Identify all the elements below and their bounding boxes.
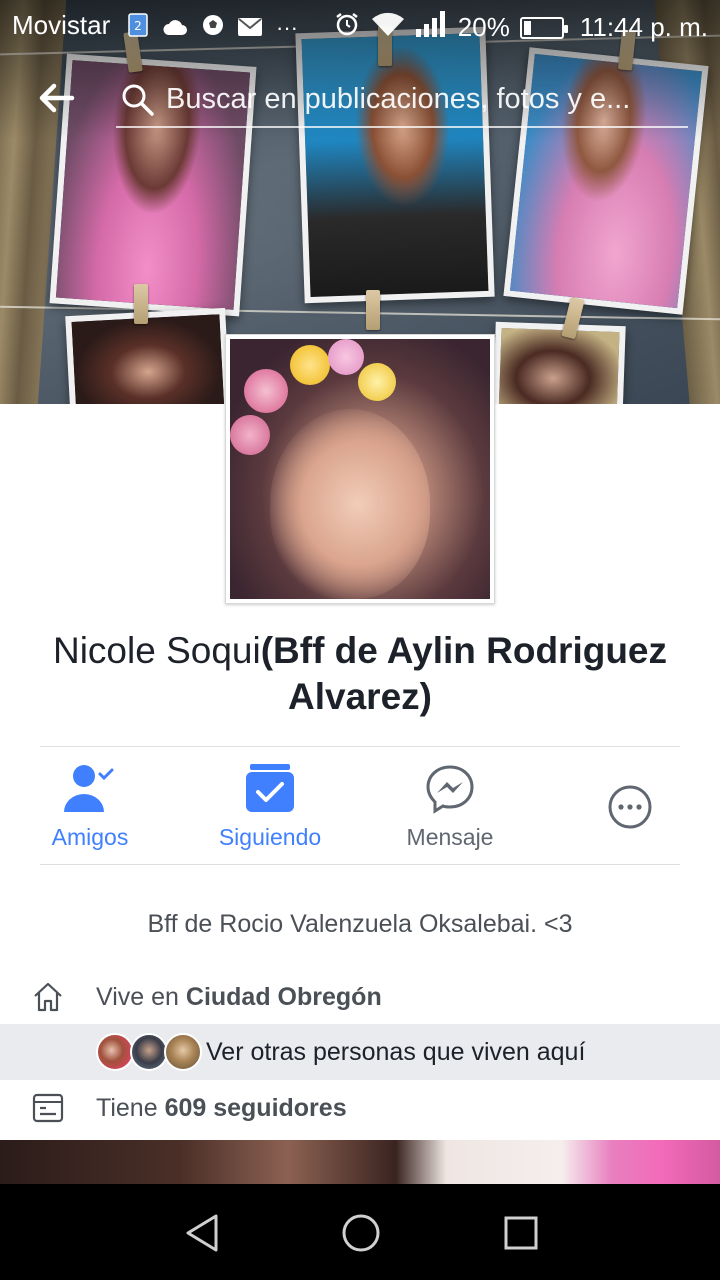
more-icon xyxy=(540,778,720,836)
lives-in-row[interactable]: Vive en Ciudad Obregón xyxy=(0,969,720,1025)
home-icon xyxy=(0,981,96,1013)
clock: 11:44 p. m. xyxy=(579,12,708,42)
search-input[interactable] xyxy=(166,78,684,120)
friends-label: Amigos xyxy=(51,824,129,850)
divider xyxy=(40,864,680,865)
see-others-row[interactable]: Ver otras personas que viven aquí xyxy=(0,1024,720,1080)
profile-display-name: Nicole Soqui xyxy=(52,630,261,671)
following-button[interactable]: Siguiendo xyxy=(180,760,360,851)
followers-icon xyxy=(0,1093,96,1123)
profile-bio: Bff de Rocio Valenzuela Oksalebai. <3 xyxy=(147,910,573,938)
lives-in-city[interactable]: Ciudad Obregón xyxy=(186,983,382,1012)
alarm-icon xyxy=(334,11,360,44)
message-label: Mensaje xyxy=(406,824,494,850)
avatar xyxy=(96,1033,134,1071)
back-arrow-icon[interactable] xyxy=(36,78,76,118)
cover-collage-photo xyxy=(492,321,626,404)
clothespin xyxy=(134,284,148,324)
cloud-icon xyxy=(162,12,188,43)
nav-home-icon[interactable] xyxy=(338,1210,384,1256)
people-avatars xyxy=(96,1033,202,1071)
profile-alternate-name: (Bff de Aylin Rodriguez Alvarez) xyxy=(260,630,668,717)
see-others-label: Ver otras personas que viven aquí xyxy=(206,1037,586,1066)
clothespin xyxy=(366,290,380,330)
friends-button[interactable]: Amigos xyxy=(0,760,180,851)
mail-icon xyxy=(238,12,262,43)
avatar xyxy=(130,1033,168,1071)
search-icon xyxy=(122,84,154,116)
avatar xyxy=(164,1033,202,1071)
more-dots-icon: ··· xyxy=(276,14,298,40)
svg-text:2: 2 xyxy=(134,19,142,33)
carrier-name: Movistar xyxy=(12,10,111,40)
nav-back-icon[interactable] xyxy=(180,1210,226,1256)
followers-row[interactable]: Tiene 609 seguidores xyxy=(0,1080,720,1136)
battery-level xyxy=(523,20,532,35)
friends-check-icon xyxy=(0,760,180,818)
signal-icon xyxy=(415,11,448,44)
battery-icon xyxy=(519,16,568,39)
featured-photos-strip[interactable] xyxy=(0,1140,720,1186)
wifi-icon xyxy=(370,10,406,45)
divider xyxy=(40,746,680,747)
avatar xyxy=(230,339,490,599)
battery-percent: 20% xyxy=(457,12,510,42)
status-bar: Movistar 2 ··· 20% 11:44 p. m. xyxy=(0,0,720,52)
following-check-icon xyxy=(180,760,360,818)
system-nav-bar xyxy=(0,1184,720,1280)
more-button[interactable] xyxy=(540,760,720,836)
sim-icon: 2 xyxy=(128,12,148,43)
profile-picture[interactable] xyxy=(225,334,495,604)
profile-name: Nicole Soqui(Bff de Aylin Rodriguez Alva… xyxy=(20,628,700,720)
search-bar[interactable] xyxy=(116,76,688,128)
messenger-icon xyxy=(360,760,540,818)
cover-collage-photo xyxy=(65,307,231,404)
soccer-icon xyxy=(202,12,224,43)
followers-prefix: Tiene xyxy=(96,1093,165,1122)
nav-recents-icon[interactable] xyxy=(498,1210,544,1256)
message-button[interactable]: Mensaje xyxy=(360,760,540,851)
followers-count: 609 seguidores xyxy=(164,1093,347,1122)
lives-in-prefix: Vive en xyxy=(96,982,186,1011)
following-label: Siguiendo xyxy=(218,824,322,850)
